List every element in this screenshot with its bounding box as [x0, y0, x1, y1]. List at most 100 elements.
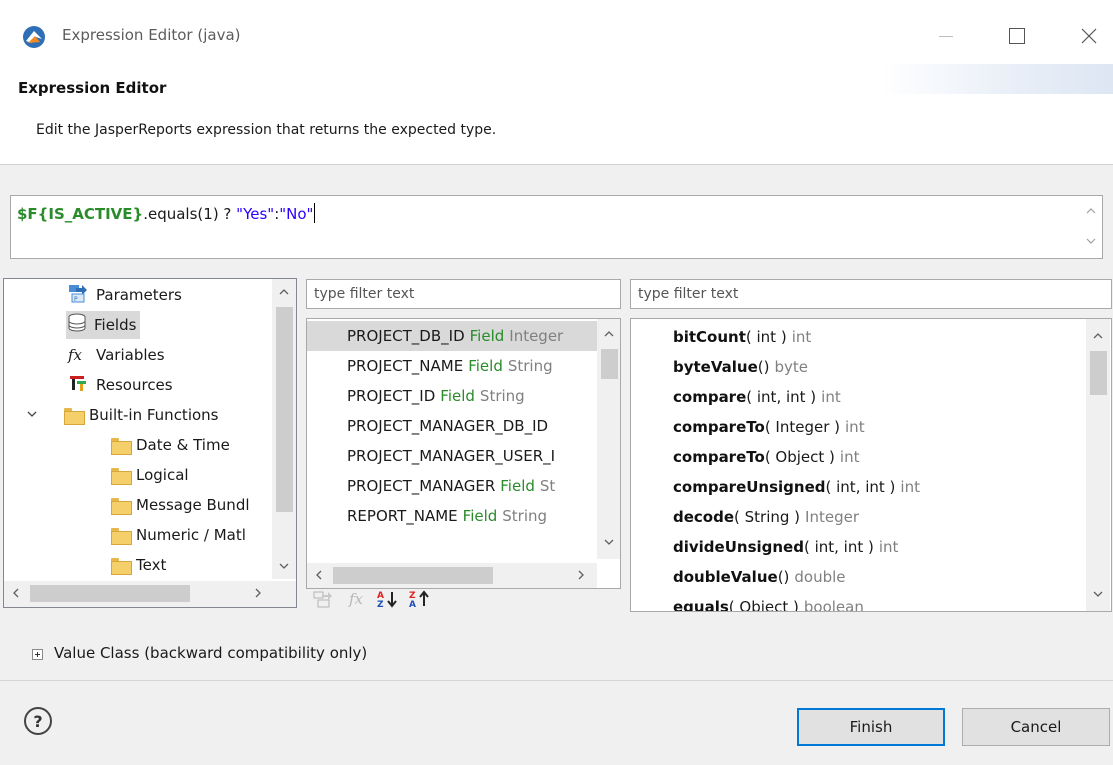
list-item[interactable]: equals( Object ) boolean	[673, 592, 864, 611]
list-item[interactable]: byteValue() byte	[673, 352, 808, 382]
list-item[interactable]: divideUnsigned( int, int ) int	[673, 532, 898, 562]
header-banner	[880, 64, 1113, 94]
help-icon[interactable]: ?	[24, 707, 52, 735]
finish-button[interactable]: Finish	[797, 708, 945, 746]
list-item[interactable]: bitCount( int ) int	[673, 322, 811, 352]
svg-text:P: P	[74, 296, 78, 303]
page-title: Expression Editor	[18, 79, 167, 97]
list-item[interactable]: compareTo( Integer ) int	[673, 412, 865, 442]
scroll-down-arrow-icon[interactable]	[1090, 589, 1106, 603]
methods-vertical-scrollbar[interactable]	[1086, 319, 1110, 611]
list-item[interactable]: PROJECT_ID Field String	[307, 381, 597, 411]
sort-descending-icon[interactable]: Z A	[406, 586, 434, 612]
tree-item-resources[interactable]: Resources	[68, 371, 173, 399]
tree-item-label: Text	[136, 556, 167, 574]
expression-editor[interactable]: $F{IS_ACTIVE}.equals(1) ? "Yes":"No"	[10, 195, 1103, 259]
methods-filter-input[interactable]	[630, 279, 1112, 309]
scrollbar-thumb[interactable]	[276, 307, 293, 512]
scroll-down-arrow-icon[interactable]	[276, 561, 292, 575]
scroll-right-arrow-icon[interactable]	[250, 587, 266, 603]
scrollbar-thumb[interactable]	[601, 349, 618, 379]
expression-text[interactable]: $F{IS_ACTIVE}.equals(1) ? "Yes":"No"	[17, 203, 316, 223]
tree-item-variables[interactable]: fx Variables	[68, 341, 165, 369]
chevron-up-icon[interactable]	[1084, 204, 1098, 218]
cancel-button[interactable]: Cancel	[962, 708, 1110, 746]
tree-item-label: Resources	[96, 376, 173, 394]
list-item[interactable]: REPORT_NAME Field String	[307, 501, 597, 531]
tree-item-label: Logical	[136, 466, 189, 484]
value-class-label[interactable]: Value Class (backward compatibility only…	[54, 644, 367, 662]
fields-filter-input[interactable]	[306, 279, 621, 309]
text-caret	[314, 203, 316, 223]
category-tree[interactable]: P Parameters Fields fx Variables Resourc…	[3, 278, 297, 608]
list-item[interactable]: PROJECT_NAME Field String	[307, 351, 597, 381]
close-button[interactable]	[1066, 20, 1112, 52]
scroll-down-arrow-icon[interactable]	[601, 537, 617, 551]
list-item[interactable]: PROJECT_MANAGER Field St	[307, 471, 597, 501]
tree-item-builtin-functions[interactable]: Built-in Functions	[26, 401, 219, 429]
scroll-right-arrow-icon[interactable]	[573, 569, 589, 585]
minimize-button[interactable]	[923, 20, 969, 52]
list-item[interactable]: decode( String ) Integer	[673, 502, 859, 532]
folder-icon	[111, 527, 132, 545]
expression-string-yes: "Yes"	[236, 205, 275, 223]
methods-list[interactable]: bitCount( int ) int byteValue() byte compa…	[630, 318, 1112, 612]
scrollbar-thumb[interactable]	[1090, 351, 1107, 395]
maximize-button[interactable]	[993, 20, 1039, 52]
database-icon	[66, 313, 88, 337]
close-icon	[1081, 28, 1097, 44]
list-item[interactable]: compareUnsigned( int, int ) int	[673, 472, 920, 502]
scroll-left-arrow-icon[interactable]	[311, 569, 327, 585]
title-bar: Expression Editor (java)	[0, 0, 1113, 68]
tree-item-label: Built-in Functions	[89, 406, 219, 424]
scroll-up-arrow-icon[interactable]	[1090, 331, 1106, 345]
folder-icon	[111, 467, 132, 485]
expand-toggle-icon[interactable]	[32, 649, 43, 660]
expression-field-token: $F{IS_ACTIVE}	[17, 205, 144, 223]
list-item[interactable]: doubleValue() double	[673, 562, 846, 592]
page-description: Edit the JasperReports expression that r…	[36, 122, 497, 138]
tree-item-label: Parameters	[96, 286, 182, 304]
svg-text:A: A	[409, 600, 416, 609]
tree-item-logical[interactable]: Logical	[111, 461, 189, 489]
resources-icon	[68, 373, 90, 397]
tree-item-numeric-math[interactable]: Numeric / Matl	[111, 521, 246, 549]
tree-item-message-bundle[interactable]: Message Bundl	[111, 491, 250, 519]
list-item[interactable]: compare( int, int ) int	[673, 382, 841, 412]
scrollbar-thumb[interactable]	[333, 567, 493, 584]
list-item[interactable]: PROJECT_MANAGER_USER_I	[307, 441, 597, 471]
folder-icon	[64, 407, 85, 425]
folder-icon	[111, 437, 132, 455]
tree-item-label: Date & Time	[136, 436, 230, 454]
footer-separator	[0, 680, 1113, 681]
svg-text:Z: Z	[377, 600, 384, 609]
tree-horizontal-scrollbar[interactable]	[4, 581, 296, 607]
list-item[interactable]: compareTo( Object ) int	[673, 442, 859, 472]
insert-function-icon[interactable]: fx	[342, 586, 370, 612]
scrollbar-thumb[interactable]	[30, 585, 190, 602]
fields-list[interactable]: PROJECT_DB_ID Field Integer PROJECT_NAME Fi…	[306, 318, 621, 589]
insert-parameter-icon[interactable]	[310, 586, 338, 612]
tree-item-fields[interactable]: Fields	[66, 311, 141, 339]
chevron-down-icon[interactable]	[26, 406, 46, 424]
tree-item-label: Variables	[96, 346, 165, 364]
tree-item-parameters[interactable]: P Parameters	[68, 281, 182, 309]
scroll-up-arrow-icon[interactable]	[276, 287, 292, 301]
list-item[interactable]: PROJECT_MANAGER_DB_ID	[307, 411, 597, 441]
fx-icon: fx	[68, 346, 83, 364]
expression-method-token: .equals(1) ?	[143, 205, 237, 223]
tree-item-label: Fields	[94, 316, 137, 334]
scroll-up-arrow-icon[interactable]	[601, 329, 617, 343]
sort-ascending-icon[interactable]: A Z	[374, 586, 402, 612]
tree-item-date-time[interactable]: Date & Time	[111, 431, 230, 459]
tree-vertical-scrollbar[interactable]	[272, 279, 296, 579]
parameters-icon: P	[68, 283, 90, 307]
list-item[interactable]: PROJECT_DB_ID Field Integer	[307, 321, 597, 351]
tree-item-text[interactable]: Text	[111, 551, 166, 579]
window-title: Expression Editor (java)	[62, 26, 241, 44]
jaspersoft-bird-icon	[22, 25, 46, 49]
scroll-left-arrow-icon[interactable]	[8, 587, 24, 603]
expression-string-no: "No"	[279, 205, 314, 223]
fields-vertical-scrollbar[interactable]	[597, 319, 620, 559]
chevron-down-icon[interactable]	[1084, 234, 1098, 248]
